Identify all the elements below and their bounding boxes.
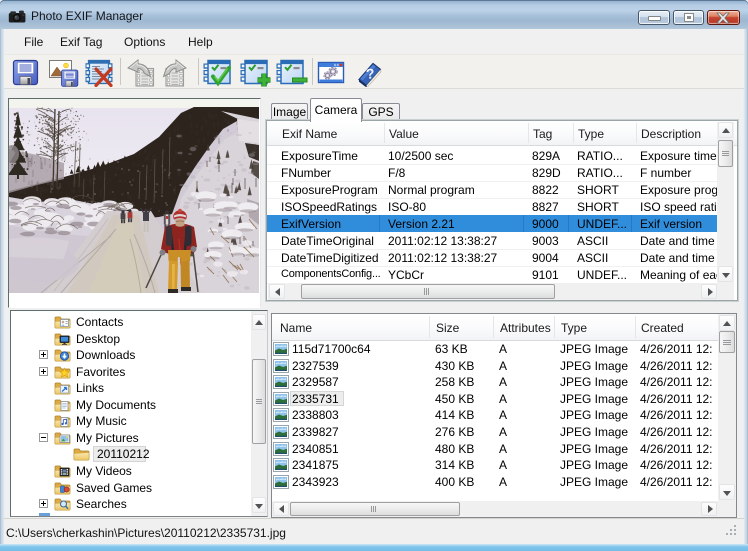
svg-text:?: ?: [365, 65, 375, 82]
